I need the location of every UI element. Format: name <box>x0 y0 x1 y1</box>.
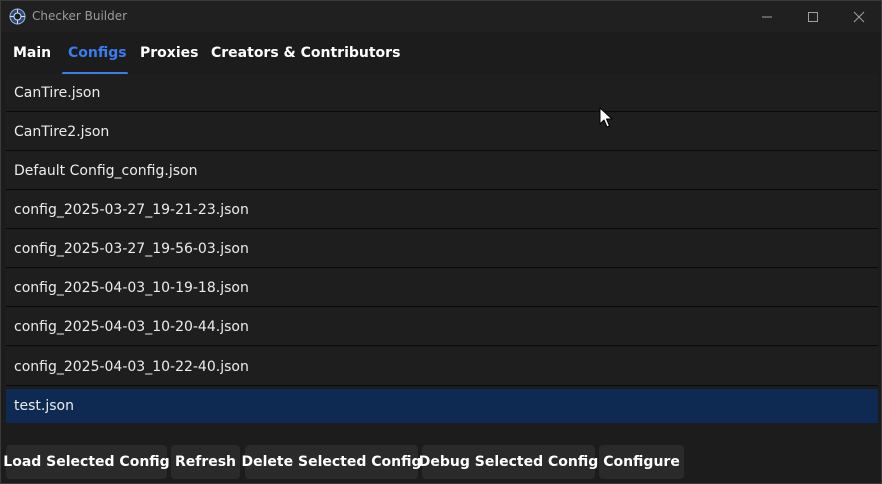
config-list-item-selected[interactable]: test.json <box>6 389 878 423</box>
minimize-button[interactable] <box>744 1 790 32</box>
mouse-cursor-icon <box>599 107 613 128</box>
action-bar: Load Selected Config Refresh Delete Sele… <box>1 441 881 483</box>
close-button[interactable] <box>836 1 882 32</box>
tab-proxies[interactable]: Proxies <box>140 45 198 61</box>
tab-bar: Main Configs Proxies Creators & Contribu… <box>1 32 881 75</box>
window-title: Checker Builder <box>32 9 128 23</box>
maximize-icon <box>808 11 818 22</box>
config-list-item[interactable]: Default Config_config.json <box>6 152 878 190</box>
app-window: Checker Builder Main Configs Proxies Cre… <box>0 0 882 484</box>
debug-selected-config-button[interactable]: Debug Selected Config <box>419 445 598 479</box>
tab-creators-contributors[interactable]: Creators & Contributors <box>211 45 400 61</box>
config-list-item[interactable]: CanTire2.json <box>6 113 878 151</box>
config-list-item[interactable]: config_2025-04-03_10-19-18.json <box>6 269 878 307</box>
configure-button[interactable]: Configure <box>599 445 684 479</box>
close-icon <box>853 11 865 22</box>
load-selected-config-button[interactable]: Load Selected Config <box>3 445 170 479</box>
refresh-button[interactable]: Refresh <box>171 445 240 479</box>
delete-selected-config-button[interactable]: Delete Selected Config <box>242 445 422 479</box>
config-list[interactable]: CanTire.json CanTire2.json Default Confi… <box>6 74 878 426</box>
config-list-item[interactable]: config_2025-03-27_19-21-23.json <box>6 191 878 229</box>
title-bar[interactable]: Checker Builder <box>1 1 881 32</box>
tab-main[interactable]: Main <box>13 45 51 61</box>
config-list-item[interactable]: config_2025-03-27_19-56-03.json <box>6 230 878 268</box>
config-list-item[interactable]: config_2025-04-03_10-22-40.json <box>6 348 878 386</box>
config-list-item[interactable]: CanTire.json <box>6 74 878 112</box>
config-list-item[interactable]: config_2025-04-03_10-20-44.json <box>6 308 878 346</box>
minimize-icon <box>762 16 772 17</box>
app-logo-icon <box>9 8 26 25</box>
tab-configs[interactable]: Configs <box>68 45 127 61</box>
maximize-button[interactable] <box>790 1 836 32</box>
